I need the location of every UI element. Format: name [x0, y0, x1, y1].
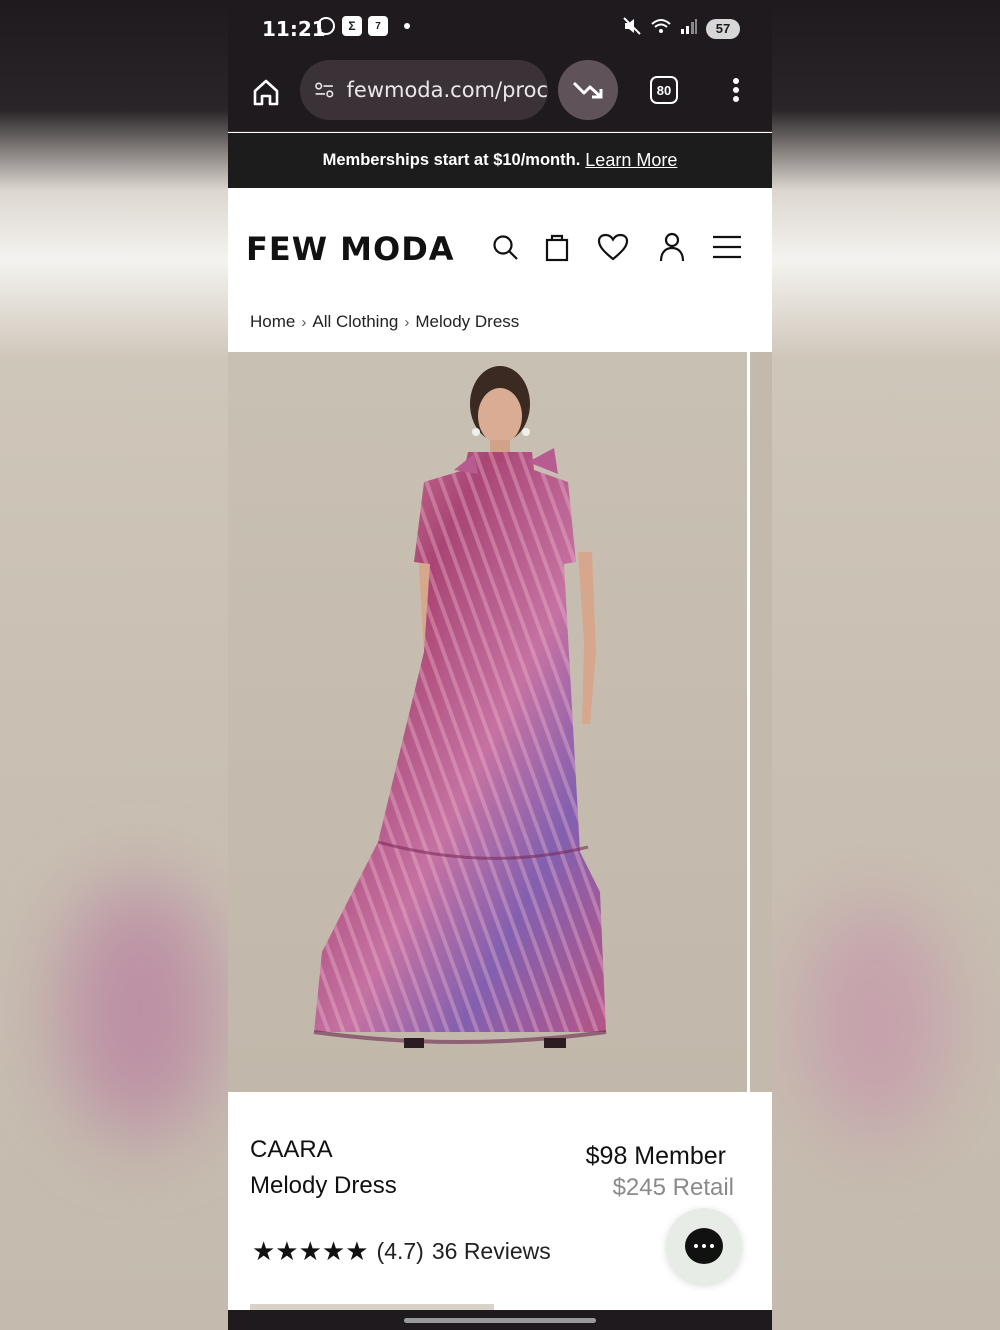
- dot-icon: [404, 23, 410, 29]
- sigma-icon: Σ: [342, 16, 362, 36]
- browser-toolbar: fewmoda.com/proc 80: [228, 58, 772, 132]
- breadcrumb-current: Melody Dress: [415, 312, 520, 331]
- dress-illustration: [228, 352, 747, 1092]
- product-rating[interactable]: ★★★★★ (4.7) 36 Reviews: [252, 1236, 551, 1267]
- breadcrumb: Home › All Clothing › Melody Dress: [250, 312, 519, 332]
- dot-icon: [733, 87, 739, 93]
- signal-icon: [680, 17, 698, 40]
- wishlist-button[interactable]: [596, 230, 630, 264]
- backdrop-blur-left: [60, 880, 220, 1140]
- calendar-icon: 7: [368, 16, 388, 36]
- cart-button[interactable]: [540, 230, 574, 264]
- breadcrumb-separator: ›: [301, 313, 307, 331]
- phone-screen: 11:21 Σ 7 57 fewmoda.com/proc 80 Members…: [228, 0, 772, 1330]
- hamburger-icon: [713, 235, 741, 259]
- product-name: Melody Dress: [250, 1172, 397, 1199]
- backdrop-blur-right: [800, 900, 950, 1140]
- membership-banner: Memberships start at $10/month. Learn Mo…: [228, 133, 772, 188]
- system-icons: 57: [622, 16, 740, 41]
- breadcrumb-all-clothing[interactable]: All Clothing: [312, 312, 398, 332]
- breadcrumb-home[interactable]: Home: [250, 312, 295, 332]
- gesture-handle[interactable]: [404, 1318, 596, 1323]
- promo-text: Memberships start at $10/month.: [322, 151, 581, 169]
- site-header: FEW MODA: [228, 188, 772, 298]
- site-settings-icon[interactable]: [314, 79, 335, 101]
- learn-more-link[interactable]: Learn More: [585, 150, 677, 171]
- search-icon: [493, 235, 518, 260]
- site-logo[interactable]: FEW MODA: [246, 230, 455, 268]
- product-image[interactable]: [228, 352, 747, 1092]
- member-price: $98 Member: [585, 1142, 726, 1170]
- next-product-image[interactable]: [750, 352, 772, 1092]
- status-bar: 11:21 Σ 7 57: [228, 0, 772, 58]
- breadcrumb-separator: ›: [404, 313, 410, 331]
- reviews-link[interactable]: 36 Reviews: [432, 1238, 551, 1265]
- search-button[interactable]: [488, 230, 522, 264]
- shopping-bag-icon: [545, 234, 569, 262]
- system-navigation-bar: [228, 1310, 772, 1330]
- product-brand[interactable]: CAARA: [250, 1136, 333, 1164]
- browser-menu-button[interactable]: [726, 74, 746, 106]
- rating-stars: ★★★★★: [252, 1236, 369, 1266]
- menu-button[interactable]: [710, 230, 744, 264]
- home-button[interactable]: [246, 72, 286, 112]
- user-icon: [659, 232, 685, 262]
- chat-button[interactable]: [666, 1208, 742, 1284]
- address-bar[interactable]: fewmoda.com/proc: [300, 60, 548, 120]
- battery-indicator: 57: [706, 18, 740, 39]
- notification-icons: Σ 7: [316, 16, 410, 36]
- wifi-icon: [650, 16, 672, 41]
- dot-icon: [733, 78, 739, 84]
- chat-bubble-icon: [685, 1228, 723, 1264]
- rating-value: (4.7): [376, 1238, 424, 1264]
- heart-icon: [597, 233, 629, 261]
- mute-icon: [622, 16, 642, 41]
- retail-price: $245 Retail: [612, 1174, 734, 1201]
- tab-switcher-button[interactable]: 80: [650, 76, 678, 104]
- url-text: fewmoda.com/proc: [346, 78, 549, 102]
- price-tracking-button[interactable]: [558, 60, 618, 120]
- trending-down-icon: [572, 81, 603, 99]
- dot-icon: [733, 96, 739, 102]
- whatsapp-icon: [316, 16, 336, 36]
- home-icon: [253, 79, 279, 106]
- account-button[interactable]: [655, 230, 689, 264]
